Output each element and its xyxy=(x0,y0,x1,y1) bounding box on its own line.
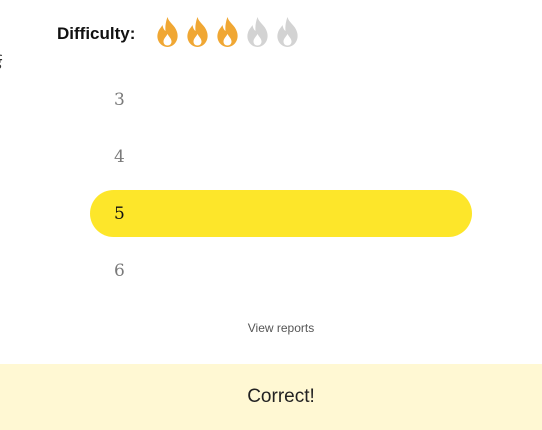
answer-option-label: 3 xyxy=(114,89,125,110)
flame-icon xyxy=(217,17,238,47)
difficulty-rating xyxy=(153,16,302,48)
quiz-page: Difficulty: ई 3 4 5 6 View reports Corre… xyxy=(0,0,542,430)
answer-options: 3 4 5 6 xyxy=(90,76,472,304)
answer-option[interactable]: 4 xyxy=(90,133,472,180)
flame-icon xyxy=(277,17,298,47)
answer-option-label: 4 xyxy=(114,146,125,167)
difficulty-label: Difficulty: xyxy=(57,24,136,43)
answer-option[interactable]: 3 xyxy=(90,76,472,123)
answer-option-label: 6 xyxy=(114,260,125,281)
result-banner: Correct! xyxy=(0,364,542,430)
flame-icon xyxy=(187,17,208,47)
flame-icon xyxy=(157,17,178,47)
answer-option[interactable]: 6 xyxy=(90,247,472,294)
answer-option[interactable]: 5 xyxy=(90,190,472,237)
stray-text: ई xyxy=(0,52,2,74)
result-text: Correct! xyxy=(247,386,315,407)
view-reports-link[interactable]: View reports xyxy=(0,321,542,335)
flame-icon xyxy=(247,17,268,47)
answer-option-label: 5 xyxy=(114,203,125,224)
